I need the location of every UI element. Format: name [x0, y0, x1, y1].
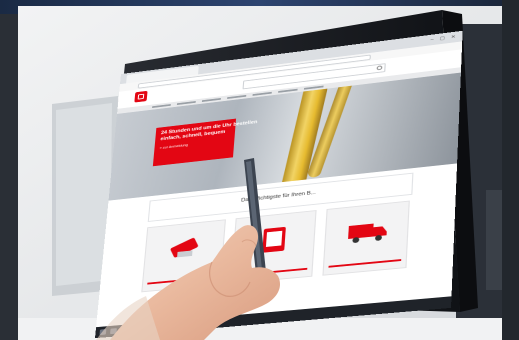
taskbar-app-icon[interactable]: [110, 328, 117, 335]
tile-caption-bar: [328, 259, 402, 268]
start-icon[interactable]: [99, 329, 107, 336]
taskbar-app-icon[interactable]: [120, 327, 128, 334]
taskbar-app-icon[interactable]: [141, 325, 149, 332]
delivery-truck-icon: [348, 223, 388, 244]
category-tile[interactable]: [230, 210, 317, 285]
tile-caption-bar: [147, 276, 217, 285]
tablet-icon: [262, 226, 286, 253]
tile-caption-bar: [236, 267, 308, 277]
browser-window: – ▢ ✕ 24 Stunden und um die Uhr bestelle…: [94, 30, 463, 339]
photo-scene: – ▢ ✕ 24 Stunden und um die Uhr bestelle…: [0, 0, 519, 340]
brand-logo-icon[interactable]: [134, 90, 148, 103]
taskbar-app-icon[interactable]: [131, 326, 139, 333]
hero-promo-panel[interactable]: 24 Stunden und um die Uhr bestellen einf…: [152, 118, 257, 167]
category-tile[interactable]: [141, 219, 226, 293]
spray-can-icon: [170, 237, 199, 259]
category-tile[interactable]: [322, 200, 410, 276]
